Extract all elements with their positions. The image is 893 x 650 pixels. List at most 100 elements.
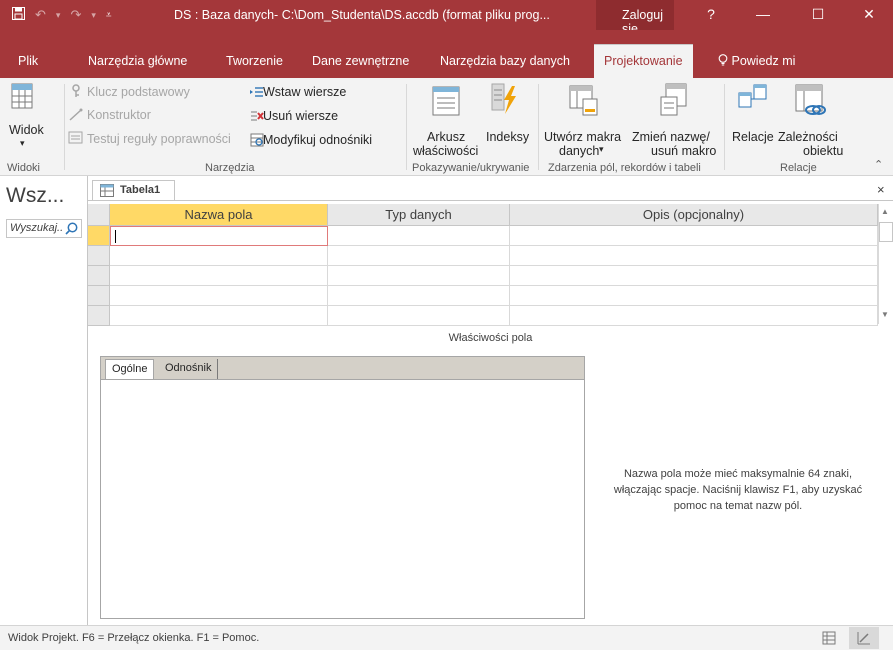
data-type-cell[interactable]	[328, 306, 510, 326]
row-selector[interactable]	[88, 266, 110, 286]
field-name-cell[interactable]	[110, 286, 328, 306]
search-icon[interactable]	[65, 222, 78, 238]
description-cell[interactable]	[510, 306, 878, 326]
tell-me-label: Powiedz mi	[731, 54, 796, 68]
description-cell[interactable]	[510, 226, 878, 246]
ribbon: Widok ▾ Widoki Klucz podstawowy Konstruk…	[0, 78, 893, 176]
nav-search-input[interactable]: Wyszukaj...	[6, 219, 82, 238]
scroll-thumb[interactable]	[879, 222, 893, 242]
data-type-cell[interactable]	[328, 226, 510, 246]
tab-database-tools[interactable]: Narzędzia bazy danych	[440, 52, 570, 78]
column-header-field-name[interactable]: Nazwa pola	[110, 204, 328, 226]
description-cell[interactable]	[510, 266, 878, 286]
column-header-description[interactable]: Opis (opcjonalny)	[510, 204, 878, 226]
group-separator	[724, 84, 725, 170]
relationships-icon	[738, 83, 768, 116]
tab-lookup[interactable]: Odnośnik	[159, 359, 219, 379]
status-text: Widok Projekt. F6 = Przełącz okienka. F1…	[8, 632, 260, 644]
redo-icon[interactable]: ↷	[70, 7, 81, 23]
tab-file[interactable]: Plik	[18, 52, 38, 78]
design-grid: Nazwa pola Typ danych Opis (opcjonalny)	[88, 204, 878, 326]
relations-group-label: Relacje	[780, 162, 817, 174]
save-icon[interactable]	[12, 7, 25, 23]
dependencies-label-2: obiektu	[803, 144, 844, 158]
design-view-icon	[857, 632, 870, 645]
tab-create[interactable]: Tworzenie	[226, 52, 283, 78]
tab-divider	[88, 200, 893, 201]
data-type-cell[interactable]	[328, 266, 510, 286]
chevron-down-icon: ▾	[20, 138, 25, 148]
data-type-cell[interactable]	[328, 246, 510, 266]
key-icon	[70, 84, 82, 101]
navigation-pane: Wsz... Wyszukaj...	[0, 176, 88, 625]
rename-macro-icon	[660, 83, 690, 120]
grid-vertical-scrollbar[interactable]: ▲ ▼	[878, 204, 893, 324]
lightbulb-icon	[718, 54, 731, 68]
tab-external-data[interactable]: Dane zewnętrzne	[312, 52, 409, 78]
minimize-button[interactable]: —	[740, 0, 786, 30]
show-hide-group-label: Pokazywanie/ukrywanie	[412, 162, 530, 174]
data-type-cell[interactable]	[328, 286, 510, 306]
indexes-label: Indeksy	[486, 130, 530, 144]
relationships-label: Relacje	[732, 130, 774, 144]
document-tab-table1[interactable]: Tabela1	[92, 180, 175, 200]
view-label: Widok	[9, 123, 44, 137]
document-tab-label: Tabela1	[120, 184, 161, 196]
nav-pane-title[interactable]: Wsz...	[6, 184, 64, 208]
tab-general[interactable]: Ogólne	[105, 359, 155, 379]
field-name-cell[interactable]	[110, 306, 328, 326]
events-group-label: Zdarzenia pól, rekordów i tabeli	[548, 162, 701, 174]
field-name-cell[interactable]	[110, 266, 328, 286]
create-macros-label-1: Utwórz makra	[544, 130, 622, 144]
redo-dropdown-icon[interactable]: ▾	[91, 10, 96, 21]
customize-toolbar-icon[interactable]: ⩡	[106, 10, 112, 21]
modify-lookups-button[interactable]: Modyfikuj odnośniki	[263, 133, 372, 147]
grid-corner[interactable]	[88, 204, 110, 226]
field-properties-tabs: Ogólne Odnośnik	[101, 357, 584, 379]
collapse-ribbon-icon[interactable]: ⌃	[874, 158, 883, 171]
builder-button[interactable]: Konstruktor	[87, 108, 151, 122]
group-separator	[406, 84, 407, 170]
insert-rows-button[interactable]: Wstaw wiersze	[263, 85, 346, 99]
close-document-button[interactable]: ×	[877, 182, 885, 197]
insert-rows-icon	[250, 85, 264, 102]
window-title: DS : Baza danych- C:\Dom_Studenta\DS.acc…	[174, 8, 550, 22]
scroll-up-arrow-icon[interactable]: ▲	[881, 207, 889, 216]
field-name-cell[interactable]	[110, 246, 328, 266]
column-header-data-type[interactable]: Typ danych	[328, 204, 510, 226]
datasheet-view-icon[interactable]	[822, 631, 836, 648]
scroll-down-arrow-icon[interactable]: ▼	[881, 310, 889, 319]
test-rules-icon	[68, 131, 84, 148]
delete-rows-button[interactable]: Usuń wiersze	[263, 109, 338, 123]
row-selector-current[interactable]	[88, 226, 110, 246]
title-bar: ↶ ▾ ↷ ▾ ⩡ DS : Baza danych- C:\Dom_Stude…	[0, 0, 893, 36]
chevron-down-icon: ▾	[599, 144, 604, 154]
builder-wand-icon	[68, 108, 84, 125]
undo-dropdown-icon[interactable]: ▾	[56, 10, 61, 21]
login-button[interactable]: Zaloguj się	[596, 0, 674, 36]
table-view-icon	[11, 83, 33, 112]
delete-rows-icon	[250, 109, 264, 126]
tab-home[interactable]: Narzędzia główne	[88, 52, 187, 78]
undo-icon[interactable]: ↶	[35, 7, 46, 23]
status-bar: Widok Projekt. F6 = Przełącz okienka. F1…	[0, 625, 893, 650]
quick-access-toolbar: ↶ ▾ ↷ ▾ ⩡	[12, 0, 112, 30]
row-selector[interactable]	[88, 286, 110, 306]
field-name-cell[interactable]	[110, 226, 328, 246]
design-view-button[interactable]	[849, 627, 879, 649]
tools-group-label: Narzędzia	[205, 162, 255, 174]
description-cell[interactable]	[510, 246, 878, 266]
property-sheet-label-1: Arkusz	[427, 130, 466, 144]
description-cell[interactable]	[510, 286, 878, 306]
row-selector[interactable]	[88, 246, 110, 266]
create-macro-icon	[569, 85, 599, 120]
row-selector[interactable]	[88, 306, 110, 326]
tab-design[interactable]: Projektowanie	[594, 44, 693, 78]
test-validation-rules-button[interactable]: Testuj reguły poprawności	[87, 132, 231, 146]
field-help-text: Nazwa pola może mieć maksymalnie 64 znak…	[613, 468, 863, 512]
tab-tell-me[interactable]: Powiedz mi	[718, 52, 795, 78]
help-button[interactable]: ?	[688, 0, 734, 30]
close-button[interactable]: ✕	[846, 0, 892, 30]
maximize-button[interactable]: ☐	[795, 0, 841, 30]
primary-key-button[interactable]: Klucz podstawowy	[87, 85, 190, 99]
